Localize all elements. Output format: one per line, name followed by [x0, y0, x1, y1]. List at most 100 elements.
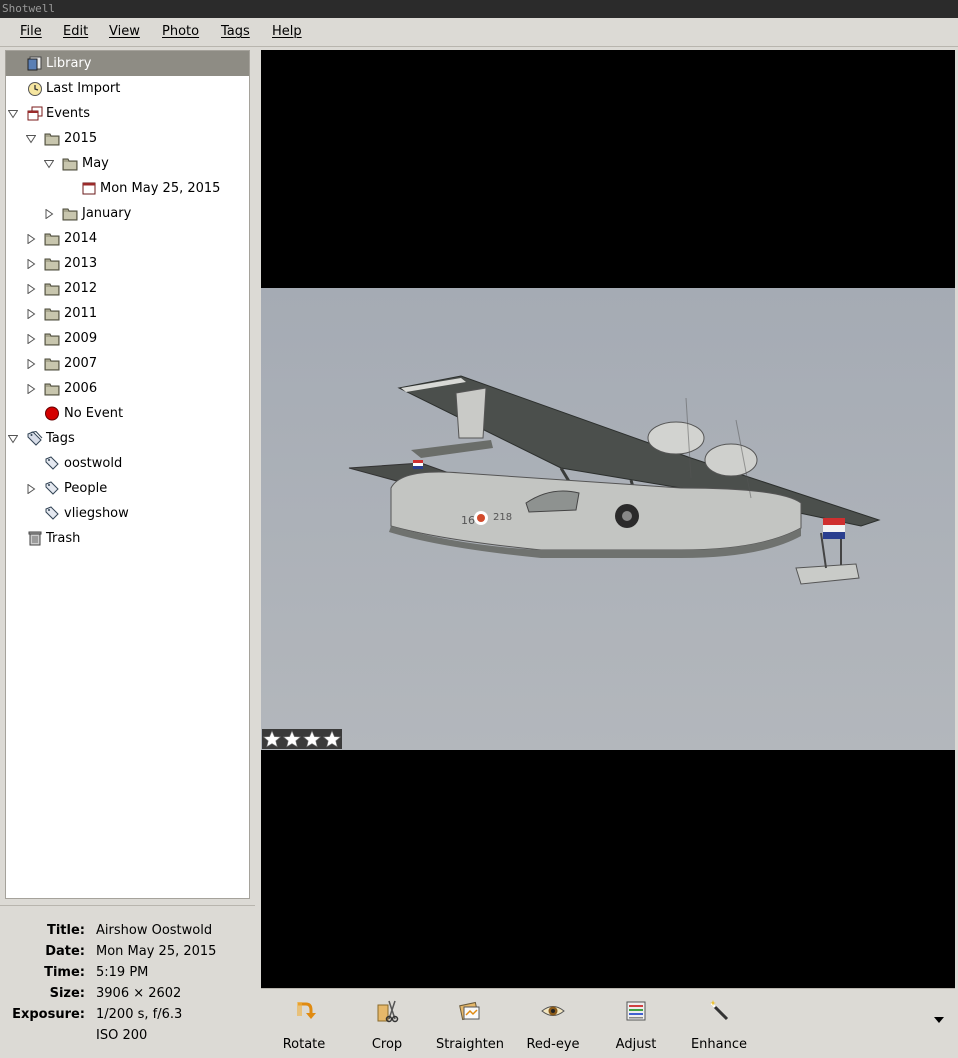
- crop-icon: [377, 1000, 399, 1023]
- sidebar-item-label: Mon May 25, 2015: [100, 181, 221, 196]
- sidebar-item-label: 2015: [64, 131, 98, 146]
- sidebar-item-library[interactable]: Library: [6, 51, 249, 76]
- menu-view[interactable]: View: [109, 24, 140, 39]
- expander-closed-icon[interactable]: [26, 359, 36, 369]
- menu-tags[interactable]: Tags: [221, 24, 250, 39]
- info-date-row: Date: Mon May 25, 2015: [0, 941, 255, 962]
- photo-image[interactable]: 16 218: [261, 288, 955, 750]
- expander-closed-icon[interactable]: [26, 334, 36, 344]
- sidebar-item-label: May: [82, 156, 109, 171]
- sidebar-item-2006[interactable]: 2006: [6, 376, 249, 401]
- no-event-icon: [45, 406, 59, 421]
- expander-closed-icon[interactable]: [26, 284, 36, 294]
- menu-file[interactable]: File: [20, 24, 42, 39]
- folder-icon: [44, 283, 60, 296]
- toolbar-overflow-icon[interactable]: [933, 1015, 945, 1025]
- straighten-button[interactable]: Straighten: [430, 997, 510, 1057]
- sidebar-item-2009[interactable]: 2009: [6, 326, 249, 351]
- sidebar-item-label: 2011: [64, 306, 98, 321]
- photo-viewer[interactable]: 16 218: [261, 50, 955, 988]
- sidebar-item-event-may25[interactable]: Mon May 25, 2015: [6, 176, 249, 201]
- folder-icon: [62, 158, 78, 171]
- enhance-button[interactable]: Enhance: [679, 997, 759, 1057]
- magic-wand-icon: [709, 1000, 729, 1021]
- tags-icon: [27, 431, 43, 446]
- expander-open-icon[interactable]: [44, 159, 54, 169]
- sidebar-item-2007[interactable]: 2007: [6, 351, 249, 376]
- folder-icon: [44, 383, 60, 396]
- menu-help[interactable]: Help: [272, 24, 302, 39]
- sidebar-item-label: Library: [46, 56, 92, 71]
- info-iso-row: ISO 200: [0, 1025, 255, 1046]
- sidebar-item-label: 2014: [64, 231, 98, 246]
- sidebar-item-trash[interactable]: Trash: [6, 526, 249, 551]
- rotate-label: Rotate: [282, 1037, 326, 1052]
- info-size-key: Size:: [49, 986, 85, 1001]
- sidebar-item-january[interactable]: January: [6, 201, 249, 226]
- events-icon: [27, 106, 43, 121]
- folder-icon: [44, 233, 60, 246]
- info-exposure-value: 1/200 s, f/6.3: [96, 1007, 183, 1022]
- info-date-key: Date:: [45, 944, 85, 959]
- folder-icon: [62, 208, 78, 221]
- menu-photo[interactable]: Photo: [162, 24, 199, 39]
- sidebar-item-2015[interactable]: 2015: [6, 126, 249, 151]
- rotate-button[interactable]: Rotate: [264, 997, 344, 1057]
- expander-open-icon[interactable]: [8, 434, 18, 444]
- info-title-value: Airshow Oostwold: [96, 923, 213, 938]
- info-iso-value: ISO 200: [96, 1028, 148, 1043]
- menu-bar: File Edit View Photo Tags Help: [0, 18, 958, 47]
- expander-closed-icon[interactable]: [26, 384, 36, 394]
- sidebar-item-label: 2009: [64, 331, 98, 346]
- redeye-button[interactable]: Red-eye: [513, 997, 593, 1057]
- sidebar-item-tag-oostwold[interactable]: oostwold: [6, 451, 249, 476]
- redeye-label: Red-eye: [526, 1037, 580, 1052]
- info-title-key: Title:: [46, 923, 85, 938]
- expander-open-icon[interactable]: [8, 109, 18, 119]
- info-time-key: Time:: [44, 965, 85, 980]
- straighten-label: Straighten: [435, 1037, 505, 1052]
- sidebar-item-label: 2013: [64, 256, 98, 271]
- sidebar-item-tags[interactable]: Tags: [6, 426, 249, 451]
- sidebar-item-no-event[interactable]: No Event: [6, 401, 249, 426]
- adjust-button[interactable]: Adjust: [596, 997, 676, 1057]
- sidebar-item-last-import[interactable]: Last Import: [6, 76, 249, 101]
- sidebar-item-2012[interactable]: 2012: [6, 276, 249, 301]
- sidebar-item-2011[interactable]: 2011: [6, 301, 249, 326]
- window-title: Shotwell: [2, 2, 55, 15]
- sidebar-item-label: January: [82, 206, 132, 221]
- expander-closed-icon[interactable]: [26, 234, 36, 244]
- rating-stars[interactable]: [262, 729, 342, 749]
- sidebar-item-2014[interactable]: 2014: [6, 226, 249, 251]
- calendar-icon: [82, 182, 96, 195]
- tag-icon: [45, 506, 59, 520]
- sidebar-item-label: Last Import: [46, 81, 121, 96]
- sidebar-item-may[interactable]: May: [6, 151, 249, 176]
- info-title-row: Title: Airshow Oostwold: [0, 920, 255, 941]
- folder-icon: [44, 258, 60, 271]
- eye-icon: [541, 1006, 565, 1016]
- rotate-icon: [297, 1002, 316, 1019]
- sidebar-item-label: Events: [46, 106, 91, 121]
- expander-closed-icon[interactable]: [44, 209, 54, 219]
- expander-closed-icon[interactable]: [26, 484, 36, 494]
- tag-icon: [45, 456, 59, 470]
- expander-open-icon[interactable]: [26, 134, 36, 144]
- crop-button[interactable]: Crop: [347, 997, 427, 1057]
- library-icon: [27, 56, 42, 71]
- expander-closed-icon[interactable]: [26, 259, 36, 269]
- info-exposure-row: Exposure: 1/200 s, f/6.3: [0, 1004, 255, 1025]
- sidebar-item-2013[interactable]: 2013: [6, 251, 249, 276]
- menu-edit[interactable]: Edit: [63, 24, 88, 39]
- straighten-icon: [459, 1001, 480, 1021]
- sidebar-item-label: 2007: [64, 356, 98, 371]
- expander-closed-icon[interactable]: [26, 309, 36, 319]
- sidebar-item-label: oostwold: [64, 456, 123, 471]
- sidebar-item-events[interactable]: Events: [6, 101, 249, 126]
- sidebar-item-tag-vliegshow[interactable]: vliegshow: [6, 501, 249, 526]
- sidebar-tree[interactable]: Library Last Import Events 2015 May Mon …: [5, 50, 250, 899]
- sidebar-item-tag-people[interactable]: People: [6, 476, 249, 501]
- tag-icon: [45, 481, 59, 495]
- folder-icon: [44, 133, 60, 146]
- sidebar-item-label: vliegshow: [64, 506, 129, 521]
